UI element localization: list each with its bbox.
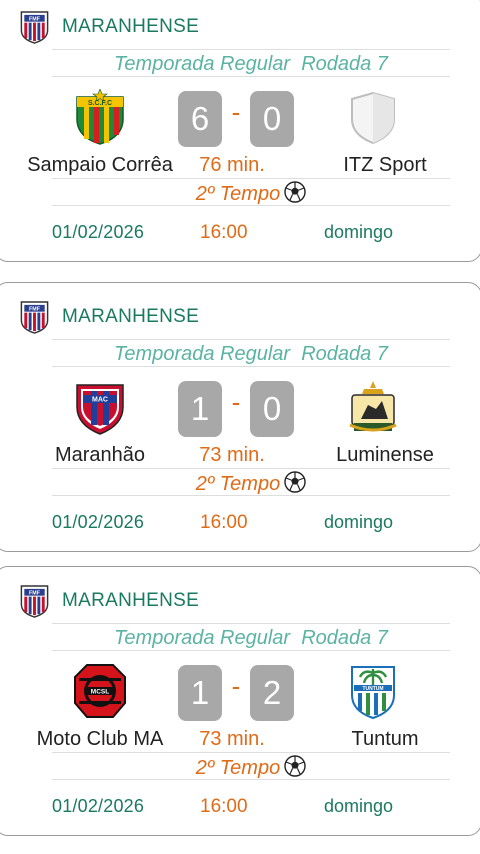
score-separator: - [231,97,241,127]
luminense-crest-icon[interactable] [346,379,400,435]
competition-name: MARANHENSE [62,590,200,611]
divider [52,468,450,469]
competition-header: MARANHENSE [19,300,459,334]
away-score: 2 [250,665,294,721]
match-period: 2º Tempo [52,471,450,496]
away-score: 0 [250,91,294,147]
maranhao-crest-icon[interactable]: MAC [73,379,127,435]
match-time: 16:00 [200,512,248,533]
match-time: 16:00 [200,796,248,817]
divider [52,752,450,753]
match-weekday: domingo [324,512,394,532]
competition-name: MARANHENSE [62,16,200,37]
soccer-ball-icon [284,755,306,777]
match-card[interactable]: MARANHENSE Temporada Regular Rodada 7 MA… [0,282,480,552]
competition-header: MARANHENSE [19,584,459,618]
sampaio-correa-crest-icon[interactable]: S.C.F.C [73,89,127,145]
divider [52,366,450,367]
match-minute: 76 min. [199,154,265,176]
match-date: 01/02/2026 [52,512,145,532]
divider [52,779,450,780]
match-period: 2º Tempo [52,755,450,780]
period-label: 2º Tempo [195,757,281,779]
score-separator: - [231,387,241,417]
tuntum-crest-icon[interactable]: TUNTUM [346,663,400,719]
match-card[interactable]: MARANHENSE Temporada Regular Rodada 7 MC… [0,566,480,836]
federation-logo-icon [20,300,49,334]
divider [52,49,450,50]
home-team-name: Sampaio Corrêa [27,154,173,176]
home-team-name: Moto Club MA [36,728,164,750]
divider [52,205,450,206]
divider [52,495,450,496]
competition-name: MARANHENSE [62,306,200,327]
moto-club-crest-icon[interactable]: MCSL [73,663,127,719]
match-card[interactable]: MARANHENSE Temporada Regular Rodada 7 S.… [0,0,480,262]
svg-text:TUNTUM: TUNTUM [362,686,383,692]
match-time: 16:00 [200,222,248,243]
match-date: 01/02/2026 [52,222,145,242]
match-date: 01/02/2026 [52,796,145,816]
divider [52,178,450,179]
match-period: 2º Tempo [52,181,450,206]
match-weekday: domingo [324,222,394,242]
home-score: 1 [178,381,222,437]
home-team-name: Maranhão [54,444,146,466]
period-label: 2º Tempo [195,183,281,205]
match-minute: 73 min. [199,728,265,750]
svg-text:S.C.F.C: S.C.F.C [88,100,112,107]
divider [52,76,450,77]
svg-text:MCSL: MCSL [91,689,109,696]
away-team-name: Tuntum [351,728,419,750]
federation-logo-icon [20,10,49,44]
blank-shield-icon[interactable] [346,89,400,145]
home-score: 6 [178,91,222,147]
season-round: Temporada Regular Rodada 7 [114,627,388,649]
svg-text:MAC: MAC [92,397,108,404]
home-score: 1 [178,665,222,721]
divider [52,339,450,340]
period-label: 2º Tempo [195,473,281,495]
away-team-name: Luminense [336,444,434,466]
season-round: Temporada Regular Rodada 7 [114,343,388,365]
soccer-ball-icon [284,181,306,203]
divider [52,623,450,624]
match-weekday: domingo [324,796,394,816]
divider [52,650,450,651]
score-separator: - [231,671,241,701]
away-team-name: ITZ Sport [343,154,427,176]
season-round: Temporada Regular Rodada 7 [114,53,388,75]
soccer-ball-icon [284,471,306,493]
competition-header: MARANHENSE [19,10,459,44]
away-score: 0 [250,381,294,437]
match-minute: 73 min. [199,444,265,466]
federation-logo-icon [20,584,49,618]
